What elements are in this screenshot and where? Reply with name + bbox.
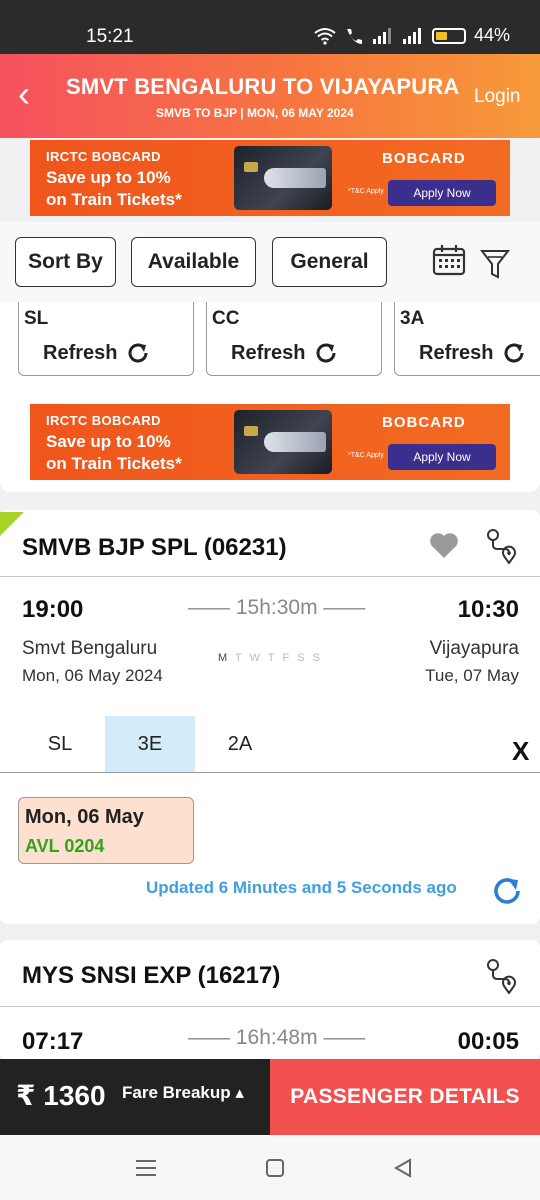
available-filter-button[interactable]: Available (131, 237, 256, 287)
journey-duration: —— 15h:30m —— (188, 596, 366, 619)
wifi-icon (314, 27, 336, 45)
class-tile-cc[interactable]: CC Refresh (206, 302, 382, 376)
refresh-button[interactable]: Refresh (419, 340, 527, 366)
class-tab-sl[interactable]: SL (15, 716, 105, 772)
card-divider (0, 576, 540, 577)
departure-time: 07:17 (22, 1028, 84, 1055)
call-icon (347, 28, 362, 44)
ad-line-2: on Train Tickets* (46, 454, 182, 473)
day-letter: F (282, 652, 292, 664)
status-bar: 15:21 44% (0, 0, 540, 54)
ad-brand: IRCTC BOBCARD (46, 149, 161, 164)
credit-card-image (234, 146, 332, 210)
to-station: Vijayapura (429, 638, 519, 659)
arrival-date: Tue, 07 May (425, 666, 519, 685)
passenger-details-button[interactable]: PASSENGER DETAILS (270, 1059, 540, 1135)
apply-now-button[interactable]: Apply Now (388, 180, 496, 206)
arrival-time: 10:30 (457, 596, 519, 623)
class-tile-sl[interactable]: SL Refresh (18, 302, 194, 376)
refresh-label: Refresh (419, 341, 494, 364)
class-tab-2a[interactable]: 2A (195, 716, 285, 772)
general-quota-button[interactable]: General (272, 237, 387, 287)
class-label: 3A (400, 308, 425, 329)
train-card[interactable]: SMVB BJP SPL (06231) 19:00 —— 15h:30m ——… (0, 510, 540, 924)
train-name: SMVB BJP SPL (06231) (22, 534, 287, 561)
bobcard-logo: BOBCARD (382, 150, 466, 167)
ad-terms: *T&C Apply (348, 452, 384, 459)
refresh-icon (316, 343, 336, 363)
fare-breakup-toggle[interactable]: Fare Breakup ▴ (122, 1083, 244, 1103)
app-header: ‹ SMVT BENGALURU TO VIJAYAPURA SMVB TO B… (0, 54, 540, 138)
day-letter: T (267, 652, 277, 664)
route-map-icon[interactable] (485, 958, 519, 994)
close-classes-button[interactable]: X (512, 736, 529, 767)
ad-line-1: Save up to 10% (46, 432, 171, 451)
availability-status: AVL 0204 (25, 836, 105, 856)
refresh-button[interactable]: Refresh (43, 340, 151, 366)
ad-line-2: on Train Tickets* (46, 190, 182, 209)
availability-date: Mon, 06 May (25, 806, 144, 828)
route-map-icon[interactable] (485, 528, 519, 564)
status-icons: 44% (314, 25, 510, 46)
status-time: 15:21 (86, 26, 134, 47)
system-nav-bar (0, 1135, 540, 1200)
train-card-2[interactable]: MYS SNSI EXP (16217) 07:17 —— 16h:48m ——… (0, 940, 540, 1060)
credit-card-image (234, 410, 332, 474)
apply-now-button[interactable]: Apply Now (388, 444, 496, 470)
signal-icon (373, 27, 391, 44)
duration-value: 15h:30m (235, 596, 318, 619)
class-tile-3a[interactable]: 3A Refresh (394, 302, 540, 376)
chevron-left-icon[interactable]: ‹ (18, 76, 30, 112)
filter-funnel-icon[interactable] (480, 248, 510, 280)
refresh-label: Refresh (43, 341, 118, 364)
calendar-icon[interactable] (432, 244, 466, 276)
route-title: SMVT BENGALURU TO VIJAYAPURA (66, 74, 460, 99)
corner-marker (0, 512, 24, 536)
refresh-button[interactable]: Refresh (231, 340, 339, 366)
refresh-icon (504, 343, 524, 363)
running-days: M T W T F S S (218, 652, 323, 664)
ad-banner[interactable]: IRCTC BOBCARD Save up to 10% on Train Ti… (30, 140, 510, 216)
sort-by-button[interactable]: Sort By (15, 237, 116, 287)
availability-box[interactable]: Mon, 06 May AVL 0204 (18, 797, 194, 864)
train-name: MYS SNSI EXP (16217) (22, 962, 281, 989)
login-link[interactable]: Login (474, 86, 521, 108)
home-square-icon[interactable] (260, 1153, 290, 1183)
signal-icon-2 (403, 27, 421, 44)
ad-brand: IRCTC BOBCARD (46, 413, 161, 428)
departure-date: Mon, 06 May 2024 (22, 666, 163, 685)
journey-duration: —— 16h:48m —— (188, 1026, 366, 1049)
departure-time: 19:00 (22, 596, 84, 623)
refresh-label: Refresh (231, 341, 306, 364)
bottom-action-bar: ₹ 1360 Fare Breakup ▴ PASSENGER DETAILS (0, 1059, 540, 1135)
updated-timestamp: Updated 6 Minutes and 5 Seconds ago (146, 878, 457, 897)
ad-line-1: Save up to 10% (46, 168, 171, 187)
route-subtitle: SMVB TO BJP | MON, 06 MAY 2024 (156, 106, 354, 120)
recents-menu-icon[interactable] (131, 1153, 161, 1183)
refresh-icon (128, 343, 148, 363)
tab-divider (0, 772, 540, 773)
class-tab-3e[interactable]: 3E (105, 716, 195, 772)
class-label: CC (212, 308, 240, 329)
ad-terms: *T&C Apply (348, 188, 384, 195)
filter-bar: Sort By Available General (0, 222, 540, 302)
card-divider (0, 1006, 540, 1007)
from-station: Smvt Bengaluru (22, 638, 158, 659)
day-letter: S (297, 652, 308, 664)
duration-value: 16h:48m (235, 1026, 318, 1049)
day-letter: W (249, 652, 263, 664)
back-triangle-icon[interactable] (388, 1153, 418, 1183)
heart-icon[interactable] (428, 530, 460, 560)
ad-banner-2[interactable]: IRCTC BOBCARD Save up to 10% on Train Ti… (30, 404, 510, 480)
day-letter: M (218, 652, 230, 664)
day-letter: T (235, 652, 245, 664)
day-letter: S (312, 652, 323, 664)
bobcard-logo: BOBCARD (382, 414, 466, 431)
battery-icon (432, 27, 466, 44)
battery-percent: 44% (474, 25, 511, 45)
fare-amount: ₹ 1360 (16, 1080, 106, 1111)
refresh-icon[interactable] (490, 874, 524, 908)
class-label: SL (24, 308, 49, 329)
arrival-time: 00:05 (457, 1028, 519, 1055)
